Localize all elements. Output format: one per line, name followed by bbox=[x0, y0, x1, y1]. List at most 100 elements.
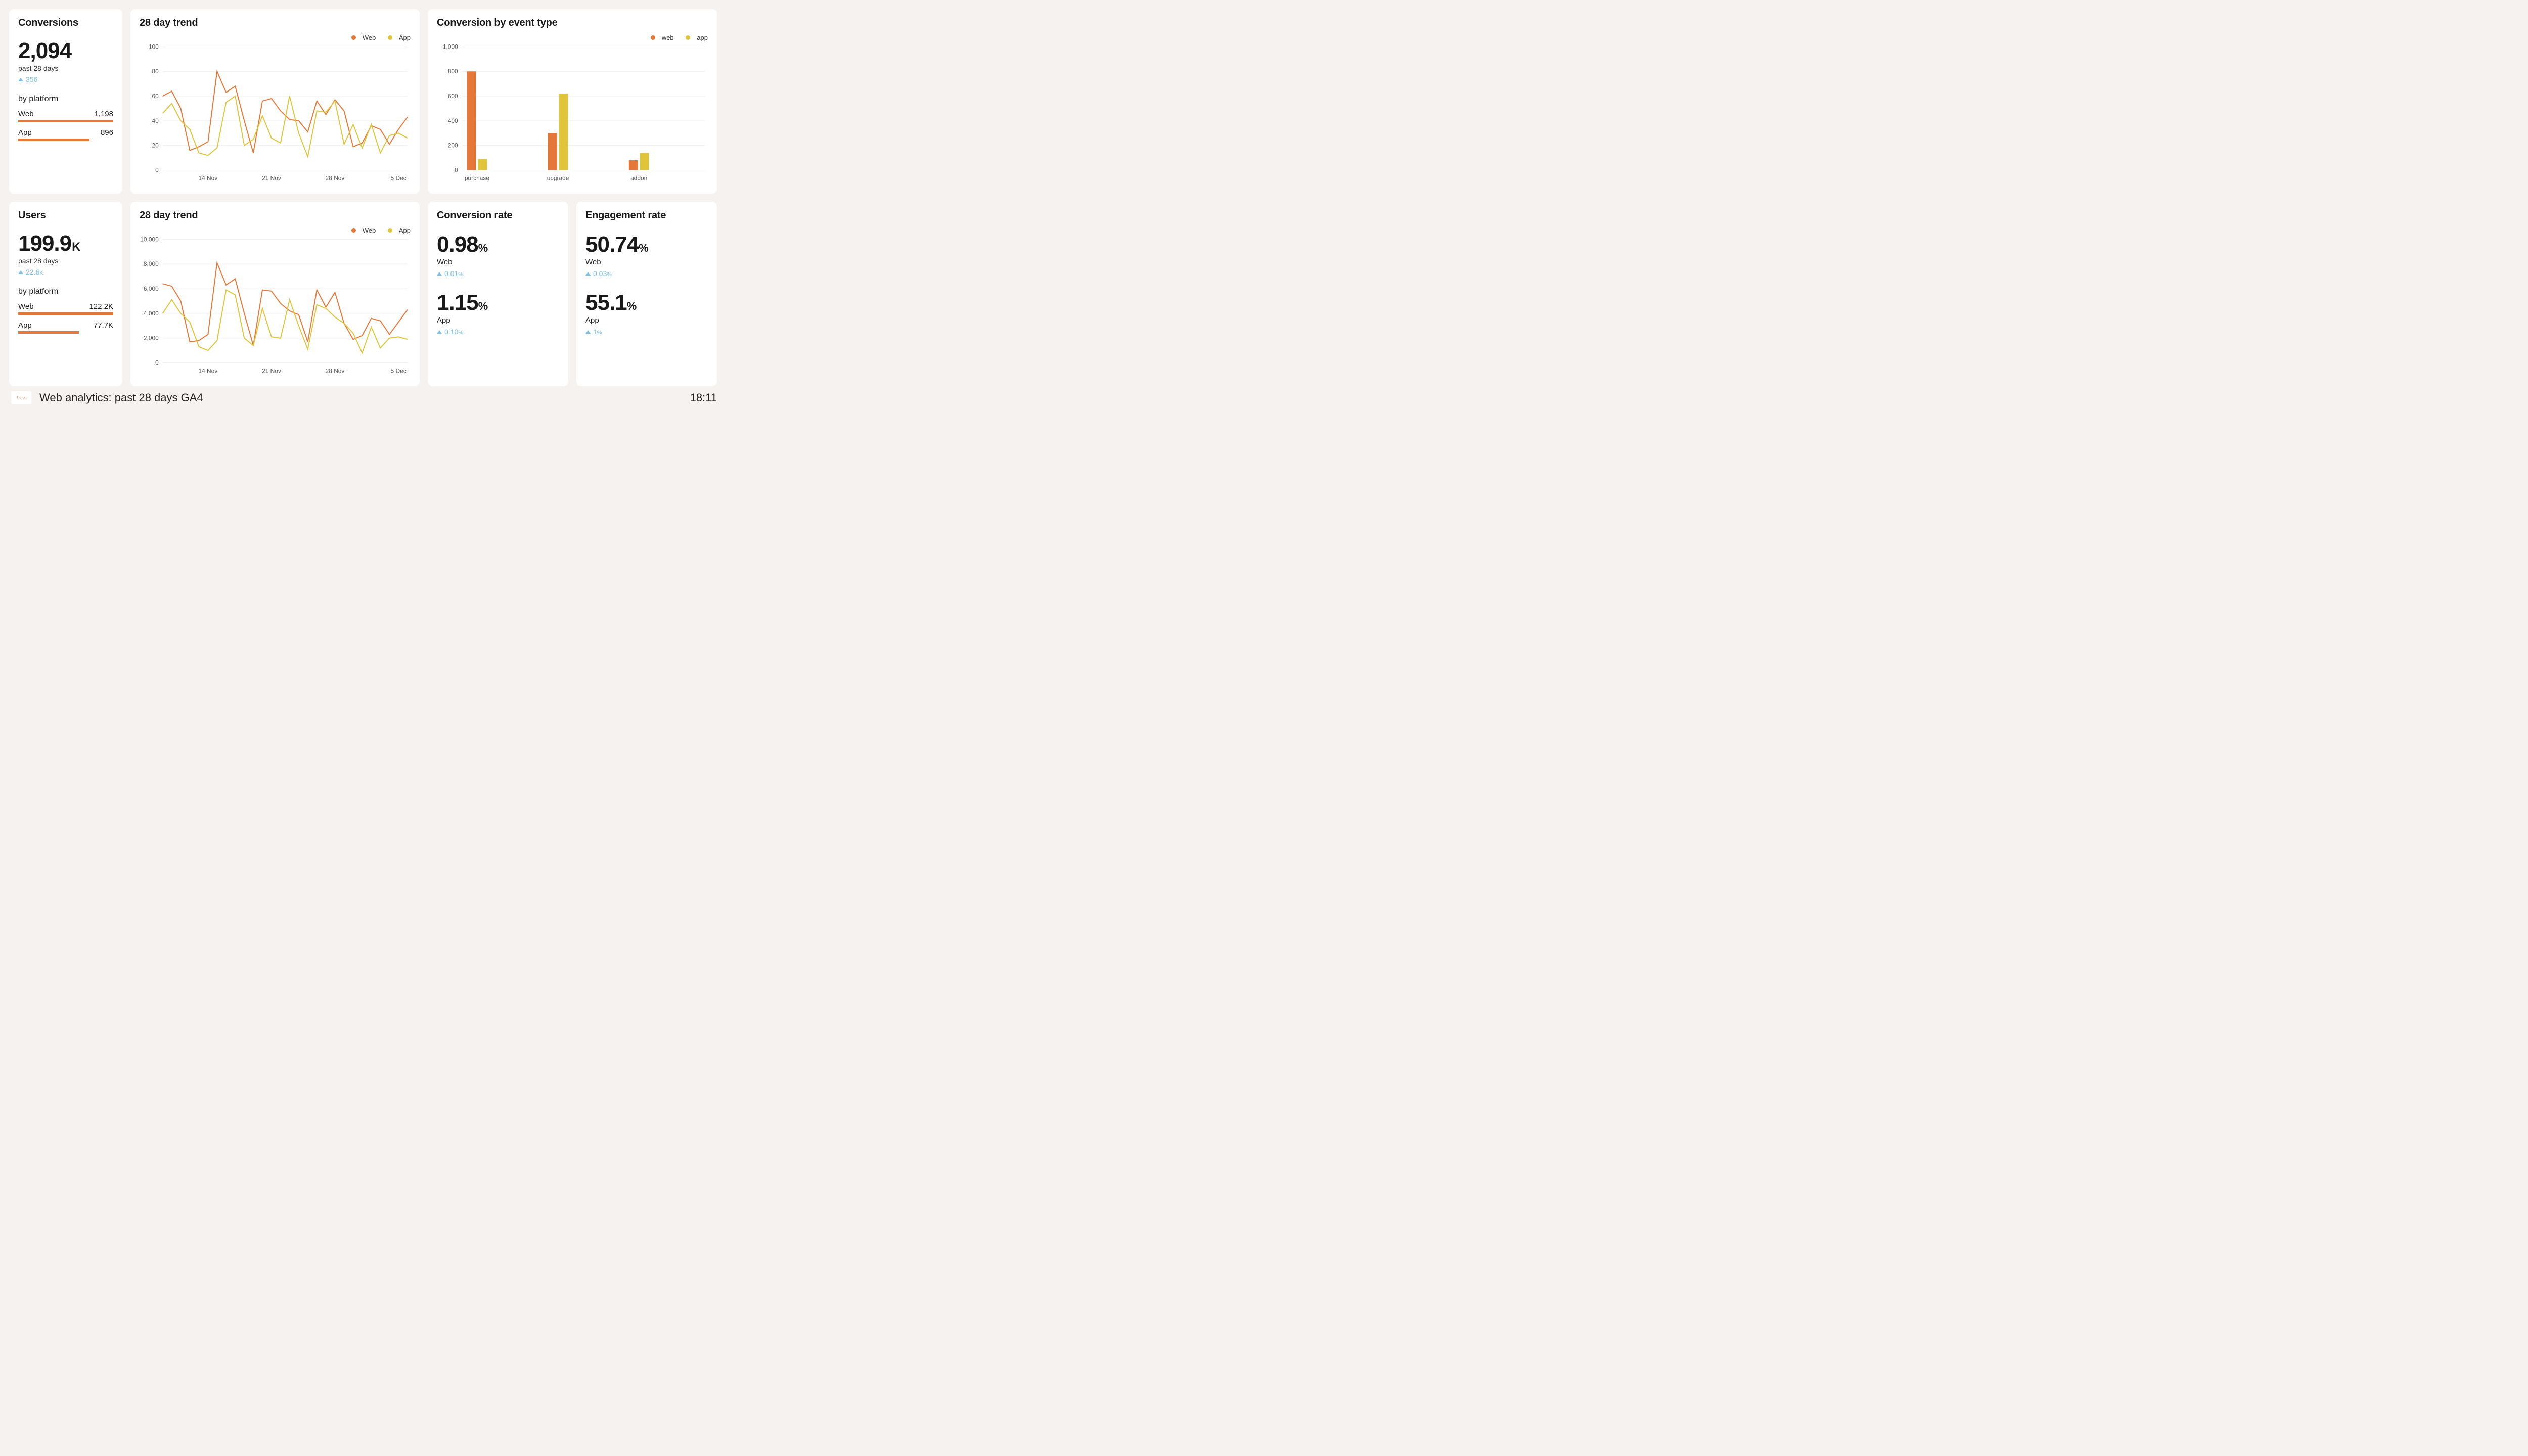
rate-value-web: 50.74% bbox=[585, 234, 708, 256]
legend-item-web: Web bbox=[346, 226, 376, 234]
svg-text:20: 20 bbox=[152, 142, 159, 149]
platform-breakdown: Web1,198 App896 bbox=[18, 110, 113, 141]
card-title: Conversion rate bbox=[437, 210, 559, 221]
dot-icon bbox=[388, 228, 392, 233]
svg-text:400: 400 bbox=[448, 117, 458, 124]
card-title: Conversion by event type bbox=[437, 17, 708, 29]
delta-value: 22.6K bbox=[18, 268, 113, 276]
delta-up-icon bbox=[585, 330, 591, 334]
svg-text:100: 100 bbox=[149, 43, 159, 50]
svg-text:60: 60 bbox=[152, 93, 159, 100]
delta-value: 0.01% bbox=[437, 269, 559, 278]
clock: 18:11 bbox=[690, 391, 717, 404]
conversions-value: 2,094 bbox=[18, 40, 113, 62]
svg-text:28 Nov: 28 Nov bbox=[326, 367, 345, 374]
conversions-card: Conversions 2,094 past 28 days 356 by pl… bbox=[9, 9, 122, 194]
platform-breakdown: Web122.2K App77.7K bbox=[18, 302, 113, 334]
svg-text:upgrade: upgrade bbox=[547, 174, 569, 181]
platform-label: Web bbox=[585, 258, 708, 266]
line-chart: 0 20 40 60 80 100 14 Nov 21 Nov 28 Nov 5 Dec bbox=[140, 31, 411, 185]
legend-item-web: Web bbox=[346, 34, 376, 41]
dashboard-grid: Conversions 2,094 past 28 days 356 by pl… bbox=[9, 9, 719, 386]
svg-text:4,000: 4,000 bbox=[144, 310, 159, 317]
svg-text:0: 0 bbox=[455, 167, 458, 174]
svg-text:21 Nov: 21 Nov bbox=[262, 367, 281, 374]
delta-up-icon bbox=[18, 78, 23, 81]
chart-area: web app 0 200 400 600 800 1,000 purchase upgrad… bbox=[437, 31, 708, 185]
platform-row: App896 bbox=[18, 128, 113, 137]
dot-icon bbox=[388, 35, 392, 40]
engagement-rate-card: Engagement rate 50.74% Web 0.03% 55.1% A… bbox=[576, 202, 717, 386]
bar-track bbox=[18, 120, 113, 122]
svg-text:14 Nov: 14 Nov bbox=[198, 367, 217, 374]
svg-text:addon: addon bbox=[630, 174, 647, 181]
svg-text:40: 40 bbox=[152, 117, 159, 124]
delta-value: 1% bbox=[585, 328, 708, 336]
trend-conversions-card: 28 day trend Web App 02040608010014 Nov2… bbox=[130, 9, 420, 194]
dot-icon bbox=[651, 35, 655, 40]
delta-value: 0.03% bbox=[585, 269, 708, 278]
brand-logo: Triss bbox=[11, 391, 31, 404]
bar-chart: 0 200 400 600 800 1,000 purchase upgrade addon bbox=[437, 31, 708, 185]
svg-text:6,000: 6,000 bbox=[144, 285, 159, 292]
conversion-rate-card: Conversion rate 0.98% Web 0.01% 1.15% Ap… bbox=[428, 202, 568, 386]
svg-text:5 Dec: 5 Dec bbox=[391, 367, 407, 374]
platform-row: Web122.2K bbox=[18, 302, 113, 311]
rate-value-web: 0.98% bbox=[437, 234, 559, 256]
card-title: Conversions bbox=[18, 17, 113, 29]
footer: Triss Web analytics: past 28 days GA4 18… bbox=[9, 386, 719, 410]
delta-up-icon bbox=[18, 270, 23, 274]
svg-text:80: 80 bbox=[152, 68, 159, 75]
subhead: by platform bbox=[18, 287, 113, 296]
platform-row: App77.7K bbox=[18, 321, 113, 330]
chart-area: Web App 0 20 40 60 80 100 14 Nov 21 Nov 28 Nov 5 … bbox=[140, 31, 411, 185]
delta-up-icon bbox=[437, 330, 442, 334]
delta-up-icon bbox=[585, 272, 591, 276]
svg-text:0: 0 bbox=[155, 359, 159, 367]
delta-value: 0.10% bbox=[437, 328, 559, 336]
svg-text:0: 0 bbox=[155, 167, 159, 174]
svg-text:5 Dec: 5 Dec bbox=[391, 174, 407, 181]
legend-item-app: App bbox=[383, 34, 411, 41]
period-label: past 28 days bbox=[18, 64, 113, 72]
bar-track bbox=[18, 139, 113, 141]
svg-text:8,000: 8,000 bbox=[144, 260, 159, 267]
svg-text:600: 600 bbox=[448, 93, 458, 100]
legend: Web App bbox=[341, 226, 411, 234]
platform-label: App bbox=[585, 316, 708, 325]
delta-value: 356 bbox=[18, 75, 113, 83]
card-title: Engagement rate bbox=[585, 210, 708, 221]
dot-icon bbox=[686, 35, 690, 40]
trend-users-card: 28 day trend Web App 0 2,000 4,000 6,000 8,0… bbox=[130, 202, 420, 386]
footer-title: Web analytics: past 28 days GA4 bbox=[39, 391, 203, 404]
period-label: past 28 days bbox=[18, 257, 113, 265]
svg-text:28 Nov: 28 Nov bbox=[326, 174, 345, 181]
platform-row: Web1,198 bbox=[18, 110, 113, 118]
svg-text:10,000: 10,000 bbox=[140, 236, 159, 243]
legend: web app bbox=[641, 34, 708, 41]
svg-text:200: 200 bbox=[448, 142, 458, 149]
platform-label: App bbox=[437, 316, 559, 325]
rate-value-app: 1.15% bbox=[437, 292, 559, 314]
users-card: Users 199.9K past 28 days 22.6K by platf… bbox=[9, 202, 122, 386]
line-chart: 0 2,000 4,000 6,000 8,000 10,000 14 Nov 21 Nov 2… bbox=[140, 223, 411, 378]
svg-text:21 Nov: 21 Nov bbox=[262, 174, 281, 181]
dot-icon bbox=[351, 228, 356, 233]
rate-value-app: 55.1% bbox=[585, 292, 708, 314]
users-value: 199.9K bbox=[18, 233, 113, 255]
card-title: Users bbox=[18, 210, 113, 221]
delta-up-icon bbox=[437, 272, 442, 276]
bar-track bbox=[18, 312, 113, 315]
conversion-by-event-card: Conversion by event type web app 0 200 400… bbox=[428, 9, 717, 194]
bar-track bbox=[18, 331, 113, 334]
svg-text:800: 800 bbox=[448, 68, 458, 75]
platform-label: Web bbox=[437, 258, 559, 266]
rate-cards-group: Conversion rate 0.98% Web 0.01% 1.15% Ap… bbox=[428, 202, 717, 386]
legend-item-app: App bbox=[383, 226, 411, 234]
card-title: 28 day trend bbox=[140, 210, 411, 221]
svg-text:purchase: purchase bbox=[465, 174, 489, 181]
svg-text:2,000: 2,000 bbox=[144, 335, 159, 342]
legend: Web App bbox=[341, 34, 411, 41]
svg-text:14 Nov: 14 Nov bbox=[198, 174, 217, 181]
svg-text:1,000: 1,000 bbox=[443, 43, 458, 50]
